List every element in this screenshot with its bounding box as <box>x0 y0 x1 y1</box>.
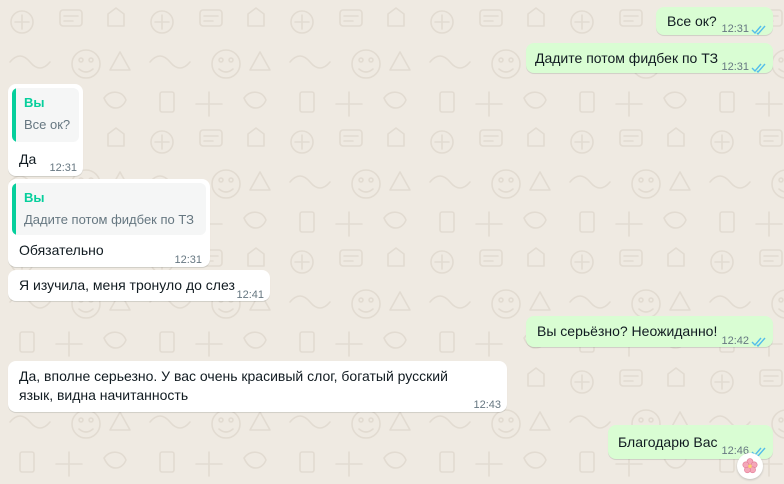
message-meta: 12:41 <box>236 286 264 305</box>
message-meta: 12:31 <box>49 159 77 178</box>
quote-author: Вы <box>24 190 45 205</box>
message-meta: 12:43 <box>473 396 501 415</box>
message-time: 12:31 <box>174 254 202 266</box>
message-bubble-incoming[interactable]: Вы Все ок? Да 12:31 <box>8 84 83 176</box>
quote-accent-bar <box>12 183 16 235</box>
message-text: Дадите потом фидбек по ТЗ <box>535 50 719 66</box>
message-text: Вы серьёзно? Неожиданно! <box>537 323 718 339</box>
cherry-blossom-icon <box>742 458 758 474</box>
quote-text: Дадите потом фидбек по ТЗ <box>24 212 195 227</box>
quoted-message[interactable]: Вы Все ок? <box>12 88 79 142</box>
message-time: 12:31 <box>721 61 749 73</box>
message-text: Да, вполне серьезно. У вас очень красивы… <box>19 368 448 403</box>
read-ticks-icon <box>751 63 766 73</box>
message-time: 12:42 <box>721 335 749 347</box>
message-text: Обязательно <box>19 242 104 258</box>
message-bubble-incoming[interactable]: Вы Дадите потом фидбек по ТЗ Обязательно… <box>8 179 210 267</box>
message-meta: 12:31 <box>721 58 767 77</box>
message-text: Благодарю Вас <box>618 434 718 450</box>
message-time: 12:43 <box>473 399 501 411</box>
message-time: 12:31 <box>721 23 749 35</box>
quote-author: Вы <box>24 95 45 110</box>
message-meta: 12:31 <box>721 20 767 39</box>
message-meta: 12:31 <box>174 251 202 270</box>
quoted-message[interactable]: Вы Дадите потом фидбек по ТЗ <box>12 183 206 235</box>
message-bubble-outgoing[interactable]: Вы серьёзно? Неожиданно! 12:42 <box>526 316 773 347</box>
message-bubble-incoming[interactable]: Да, вполне серьезно. У вас очень красивы… <box>8 361 507 412</box>
read-ticks-icon <box>751 25 766 35</box>
read-ticks-icon <box>751 337 766 347</box>
message-reaction[interactable] <box>737 453 763 479</box>
message-meta: 12:42 <box>721 332 767 351</box>
message-text: Я изучила, меня тронуло до слез <box>19 277 235 293</box>
message-time: 12:41 <box>236 289 264 301</box>
message-time: 12:31 <box>49 162 77 174</box>
message-bubble-outgoing[interactable]: Все ок? 12:31 <box>656 7 773 35</box>
quote-accent-bar <box>12 88 16 142</box>
message-text: Все ок? <box>667 13 717 29</box>
quote-text: Все ок? <box>24 117 71 132</box>
message-bubble-incoming[interactable]: Я изучила, меня тронуло до слез 12:41 <box>8 270 270 301</box>
message-text: Да <box>19 151 37 167</box>
message-bubble-outgoing[interactable]: Дадите потом фидбек по ТЗ 12:31 <box>526 43 773 73</box>
